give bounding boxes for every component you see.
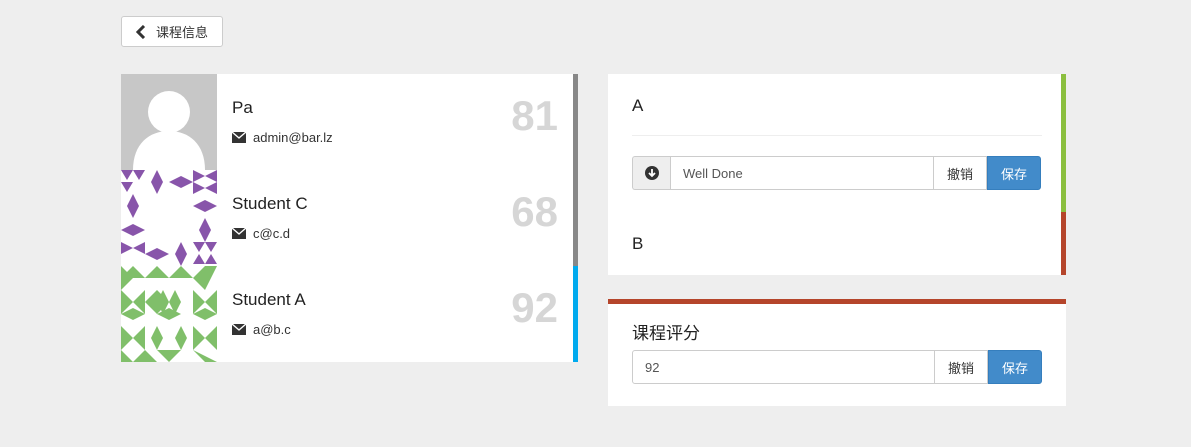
save-button[interactable]: 保存	[988, 350, 1042, 384]
avatar	[121, 74, 217, 170]
student-email: a@b.c	[232, 322, 291, 337]
course-score-input-group: 92 撤销 保存	[632, 350, 1042, 384]
course-score-title: 课程评分	[632, 324, 700, 343]
grade-label-a: A	[632, 96, 644, 115]
accent-bar-bottom	[1061, 212, 1066, 275]
grade-label-b: B	[632, 234, 644, 253]
avatar	[121, 170, 217, 266]
student-email: admin@bar.lz	[232, 130, 333, 145]
student-score: 92	[511, 284, 558, 331]
student-email-text: a@b.c	[253, 322, 291, 337]
student-email: c@c.d	[232, 226, 290, 241]
envelope-icon	[232, 228, 246, 239]
status-bar	[573, 170, 578, 266]
student-card[interactable]: Pa admin@bar.lz 81	[121, 74, 578, 170]
student-email-text: admin@bar.lz	[253, 130, 333, 145]
student-card[interactable]: Student A a@b.c 92	[121, 266, 578, 362]
back-button-label: 课程信息	[156, 25, 209, 40]
course-score-panel: 课程评分 92 撤销 保存	[608, 299, 1066, 406]
arrow-circle-down-icon[interactable]	[632, 156, 670, 190]
accent-bar-top	[1061, 74, 1066, 212]
accent-bar	[608, 299, 1066, 304]
avatar	[121, 266, 217, 362]
envelope-icon	[232, 132, 246, 143]
back-button[interactable]: 课程信息	[121, 16, 223, 47]
student-card[interactable]: Student C c@c.d 68	[121, 170, 578, 266]
divider	[632, 135, 1042, 136]
student-score: 68	[511, 188, 558, 235]
course-score-input[interactable]: 92	[632, 350, 935, 384]
student-email-text: c@c.d	[253, 226, 291, 241]
student-name: Student A	[232, 290, 306, 309]
cancel-button[interactable]: 撤销	[935, 350, 988, 384]
grading-panel: A Well Done 撤销 保存 B	[608, 74, 1066, 275]
envelope-icon	[232, 324, 246, 335]
status-bar	[573, 74, 578, 170]
student-name: Pa	[232, 98, 253, 117]
comment-input-group: Well Done 撤销 保存	[632, 156, 1041, 190]
comment-input[interactable]: Well Done	[670, 156, 934, 190]
save-button[interactable]: 保存	[987, 156, 1041, 190]
cancel-button[interactable]: 撤销	[934, 156, 987, 190]
student-score: 81	[511, 92, 558, 139]
student-list: Pa admin@bar.lz 81 Student C c@c.d 68 St…	[121, 74, 578, 362]
chevron-left-icon	[136, 24, 146, 39]
status-bar	[573, 266, 578, 362]
student-name: Student C	[232, 194, 308, 213]
